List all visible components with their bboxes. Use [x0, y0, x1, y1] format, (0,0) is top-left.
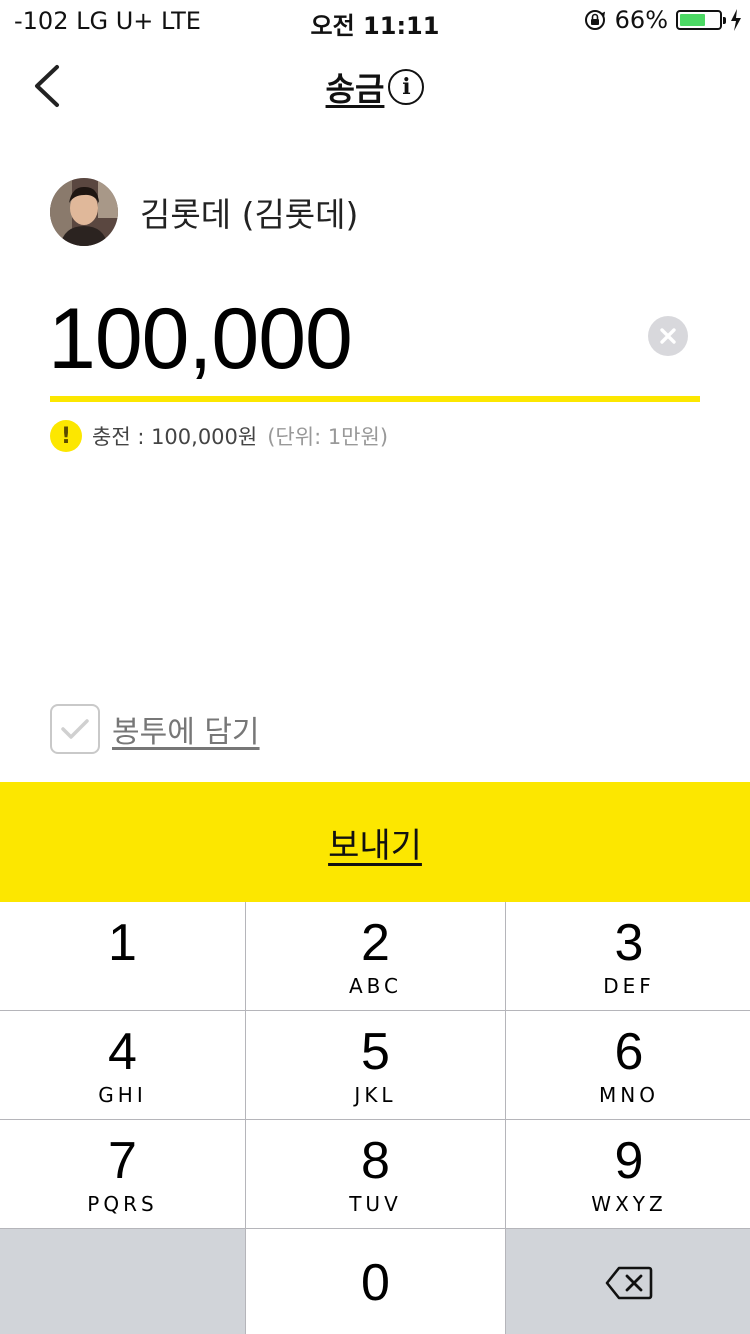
profile-photo — [50, 178, 118, 246]
key-digit: 0 — [361, 1254, 390, 1312]
send-button[interactable]: 보내기 — [0, 782, 750, 902]
key-digit: 8 — [361, 1132, 390, 1190]
key-9[interactable]: 9 WXYZ — [506, 1120, 750, 1228]
key-digit: 9 — [614, 1132, 644, 1190]
title-group: 송금 i — [0, 64, 750, 110]
envelope-checkbox[interactable] — [50, 704, 100, 754]
key-7[interactable]: 7 PQRS — [0, 1120, 245, 1228]
charge-note: ! 충전 : 100,000원 (단위: 1만원) — [50, 420, 388, 452]
key-blank — [0, 1229, 245, 1334]
key-letters: MNO — [599, 1083, 659, 1107]
key-3[interactable]: 3 DEF — [506, 902, 750, 1010]
key-1[interactable]: 1 — [0, 902, 245, 1010]
backspace-icon — [605, 1266, 653, 1300]
key-digit: 5 — [361, 1023, 390, 1081]
page-title: 송금 — [325, 70, 385, 108]
numeric-keypad: 1 2 ABC 3 DEF 4 GHI 5 JKL 6 MNO 7 PQRS 8… — [0, 902, 750, 1334]
key-letters: JKL — [354, 1083, 397, 1107]
info-icon[interactable]: i — [388, 69, 425, 105]
amount-underline — [50, 396, 700, 402]
battery-level-fill — [680, 14, 706, 26]
send-button-label: 보내기 — [328, 825, 422, 866]
key-8[interactable]: 8 TUV — [246, 1120, 505, 1228]
key-digit: 1 — [108, 914, 137, 972]
recipient: 김롯데 (김롯데) — [50, 178, 358, 246]
key-letters: WXYZ — [591, 1192, 667, 1216]
charging-bolt-icon — [731, 9, 741, 31]
status-bar: -102 LG U+ LTE 오전 11:11 66% — [0, 0, 750, 42]
battery-percent: 66% — [614, 6, 668, 34]
clear-amount-button[interactable] — [648, 316, 688, 356]
charge-text: 충전 : 100,000원 — [92, 425, 258, 449]
key-digit: 3 — [614, 914, 644, 972]
key-digit: 7 — [108, 1132, 137, 1190]
key-letters: GHI — [98, 1083, 147, 1107]
key-digit: 6 — [614, 1023, 644, 1081]
key-2[interactable]: 2 ABC — [246, 902, 505, 1010]
key-digit: 4 — [108, 1023, 137, 1081]
key-4[interactable]: 4 GHI — [0, 1011, 245, 1119]
recipient-name: 김롯데 (김롯데) — [140, 195, 359, 234]
rotation-lock-icon — [584, 10, 605, 30]
key-6[interactable]: 6 MNO — [506, 1011, 750, 1119]
key-letters: PQRS — [87, 1192, 158, 1216]
key-letters: ABC — [348, 974, 402, 998]
delete-key[interactable] — [506, 1229, 750, 1334]
battery-icon — [676, 10, 726, 30]
envelope-label[interactable]: 봉투에 담기 — [112, 707, 260, 751]
avatar — [50, 178, 118, 246]
clear-circle-icon — [660, 328, 676, 344]
amount-input[interactable]: 100,000 — [48, 290, 353, 389]
key-letters: TUV — [349, 1192, 402, 1216]
unit-note: (단위: 1만원) — [267, 425, 389, 449]
envelope-option[interactable]: 봉투에 담기 — [50, 704, 260, 754]
status-right-group: 66% — [583, 6, 742, 34]
checkmark-icon — [61, 719, 89, 739]
key-letters: DEF — [603, 974, 655, 998]
navigation-bar: 송금 i — [0, 42, 750, 130]
key-digit: 2 — [361, 914, 390, 972]
key-5[interactable]: 5 JKL — [246, 1011, 505, 1119]
key-0[interactable]: 0 — [246, 1229, 505, 1334]
warning-icon: ! — [50, 420, 82, 452]
